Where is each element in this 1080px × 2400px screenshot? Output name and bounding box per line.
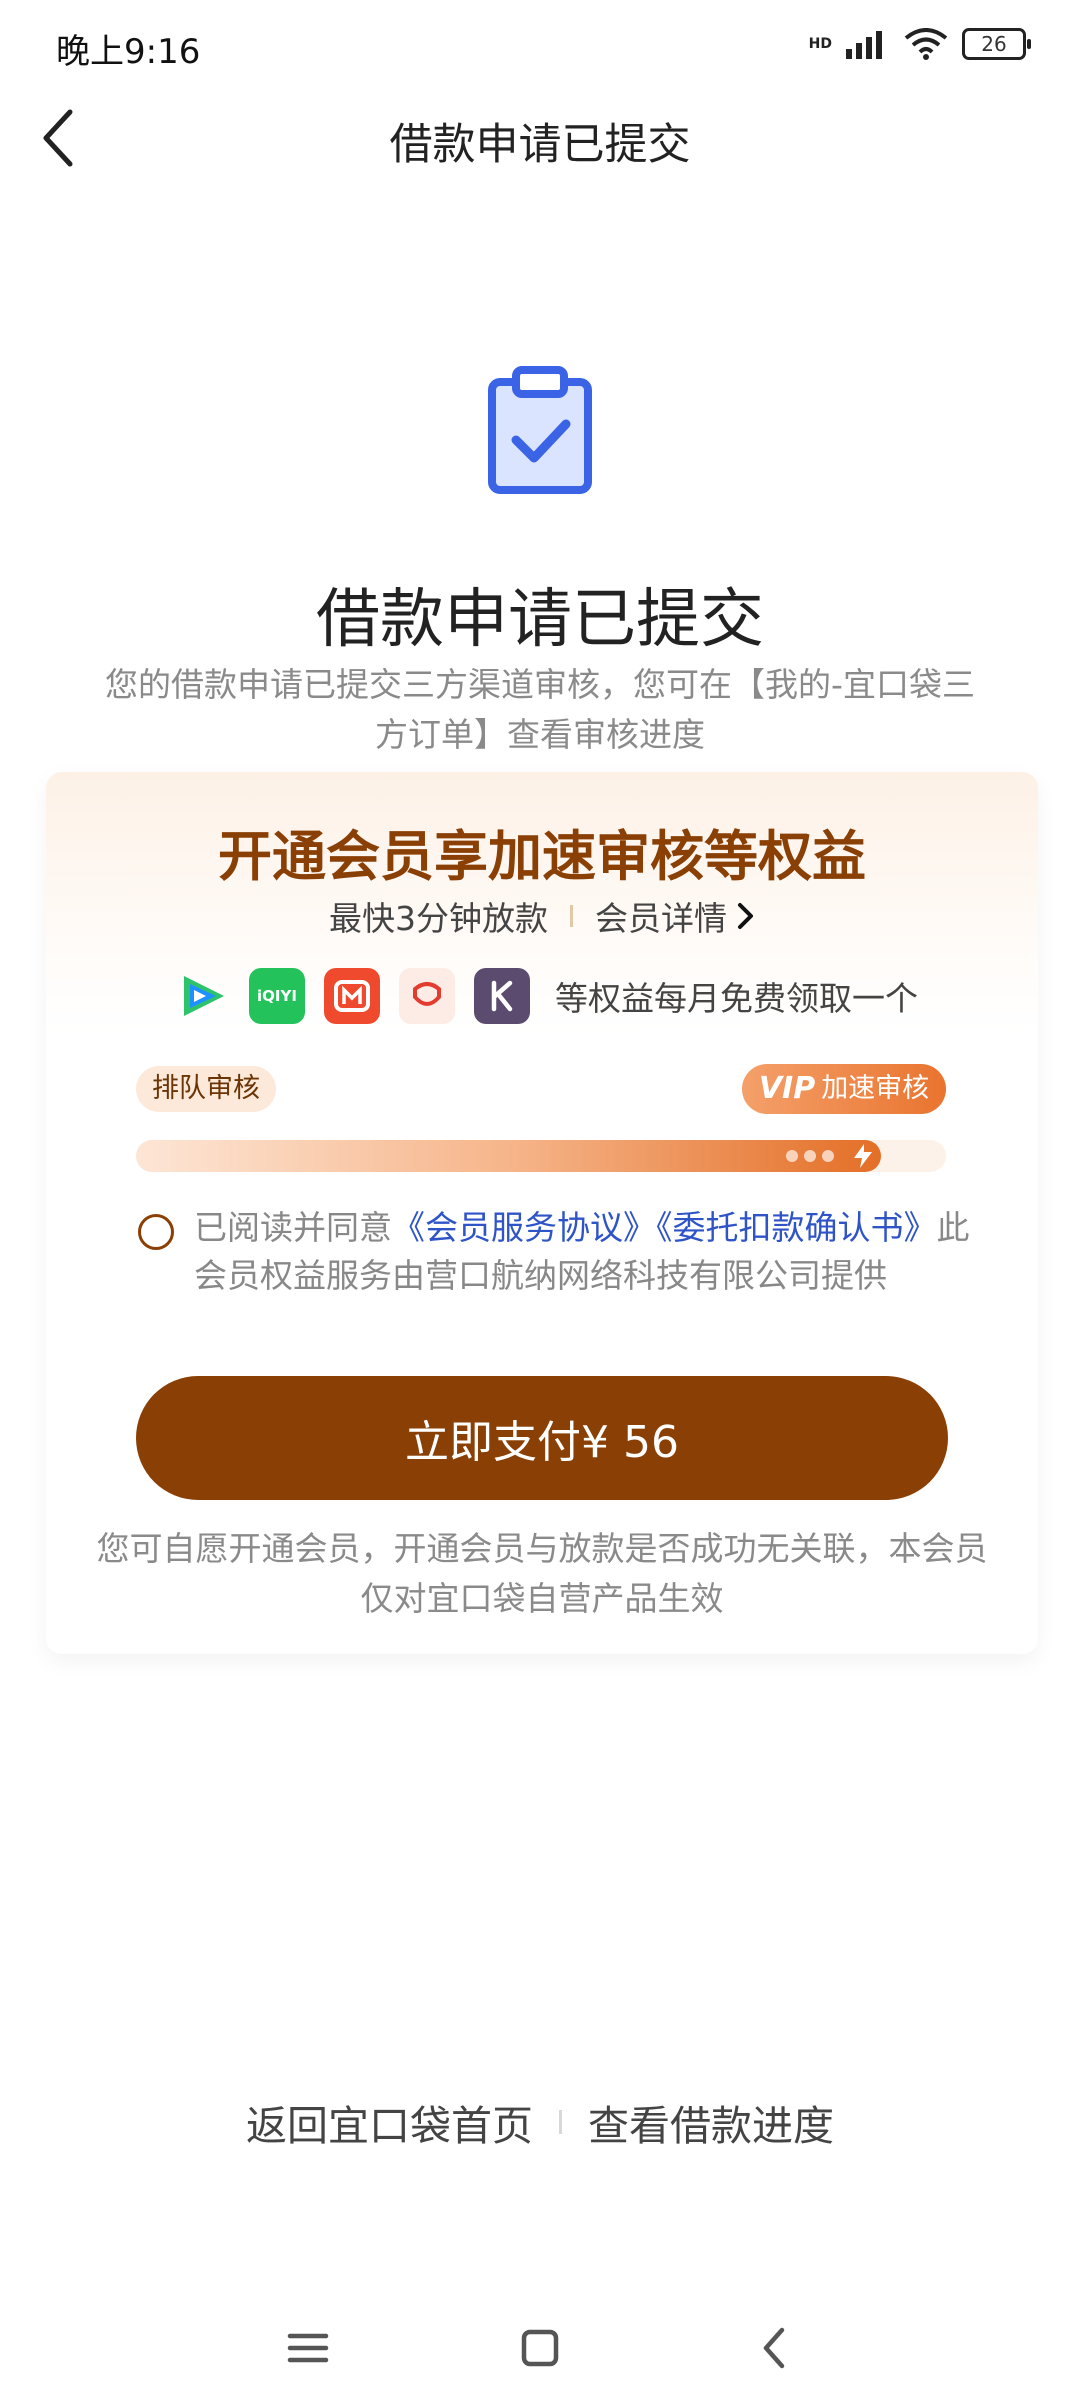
- page-title: 借款申请已提交: [389, 120, 691, 170]
- iqiyi-icon: iQIYI: [249, 968, 305, 1024]
- member-detail-link[interactable]: 会员详情: [595, 892, 755, 940]
- review-speed-bar: [136, 1140, 946, 1172]
- clipboard-check-icon: [488, 366, 592, 494]
- wifi-icon: [904, 28, 948, 60]
- system-nav-bar: [0, 2290, 1080, 2400]
- pay-now-button[interactable]: 立即支付¥ 56: [136, 1376, 948, 1500]
- status-icons: HD 26: [808, 28, 1031, 60]
- vip-badge: VIP: [758, 1071, 816, 1106]
- divider: [570, 905, 573, 927]
- member-card: 开通会员享加速审核等权益 最快3分钟放款 会员详情 iQIYI 等权益每月免费领…: [46, 772, 1038, 1654]
- keep-icon: [474, 968, 530, 1024]
- tencent-video-icon: [174, 968, 230, 1024]
- member-detail-label: 会员详情: [595, 899, 727, 938]
- status-time: 晚上9:16: [56, 32, 201, 72]
- system-back-icon[interactable]: [746, 2318, 806, 2378]
- status-bar: 晚上9:16 HD 26: [0, 0, 1080, 96]
- member-card-title: 开通会员享加速审核等权益: [218, 825, 866, 888]
- benefit-apps-row: iQIYI 等权益每月免费领取一个: [174, 968, 918, 1024]
- jd-icon: [399, 968, 455, 1024]
- agreement-prefix: 已阅读并同意: [194, 1208, 392, 1247]
- agreement-text: 已阅读并同意《会员服务协议》《委托扣款确认书》此会员权益服务由营口航纳网络科技有…: [194, 1204, 978, 1300]
- member-card-subtitle: 最快3分钟放款 会员详情: [46, 892, 1038, 940]
- hd-label: HD: [808, 36, 832, 52]
- hero-description: 您的借款申请已提交三方渠道审核，您可在【我的-宜口袋三方订单】查看审核进度: [105, 665, 975, 754]
- vip-fast-review-label: 加速审核: [821, 1073, 930, 1104]
- hero-title: 借款申请已提交: [316, 583, 764, 657]
- speed-dots: [786, 1150, 834, 1162]
- home-icon[interactable]: [510, 2318, 570, 2378]
- divider: [559, 2110, 562, 2134]
- lightning-icon: [854, 1144, 872, 1168]
- back-to-home-link[interactable]: 返回宜口袋首页: [246, 2092, 533, 2152]
- review-speed-fill: [136, 1140, 882, 1172]
- membership-disclaimer: 您可自愿开通会员，开通会员与放款是否成功无关联，本会员仅对宜口袋自营产品生效: [96, 1529, 988, 1618]
- mango-tv-icon: [324, 968, 380, 1024]
- view-loan-progress-link[interactable]: 查看借款进度: [588, 2092, 834, 2152]
- debit-confirmation-link[interactable]: 《委托扣款确认书》: [656, 1208, 937, 1247]
- queue-review-tag: 排队审核: [136, 1066, 276, 1112]
- nav-bar: 借款申请已提交: [0, 96, 1080, 178]
- menu-icon[interactable]: [278, 2318, 338, 2378]
- benefit-text: 等权益每月免费领取一个: [555, 979, 918, 1018]
- cellular-signal-icon: [846, 31, 882, 59]
- agreement-checkbox[interactable]: [138, 1214, 174, 1250]
- member-service-agreement-link[interactable]: 《会员服务协议》: [392, 1208, 656, 1247]
- battery-icon: 26: [962, 28, 1031, 60]
- vip-fast-review-tag: VIP 加速审核: [742, 1064, 946, 1114]
- fastest-loan-text: 最快3分钟放款: [329, 899, 548, 938]
- footer-links: 返回宜口袋首页 查看借款进度: [0, 2092, 1080, 2152]
- chevron-right-icon: [738, 903, 753, 929]
- iqiyi-icon-label: iQIYI: [257, 987, 297, 1005]
- agreement-row: 已阅读并同意《会员服务协议》《委托扣款确认书》此会员权益服务由营口航纳网络科技有…: [138, 1204, 978, 1300]
